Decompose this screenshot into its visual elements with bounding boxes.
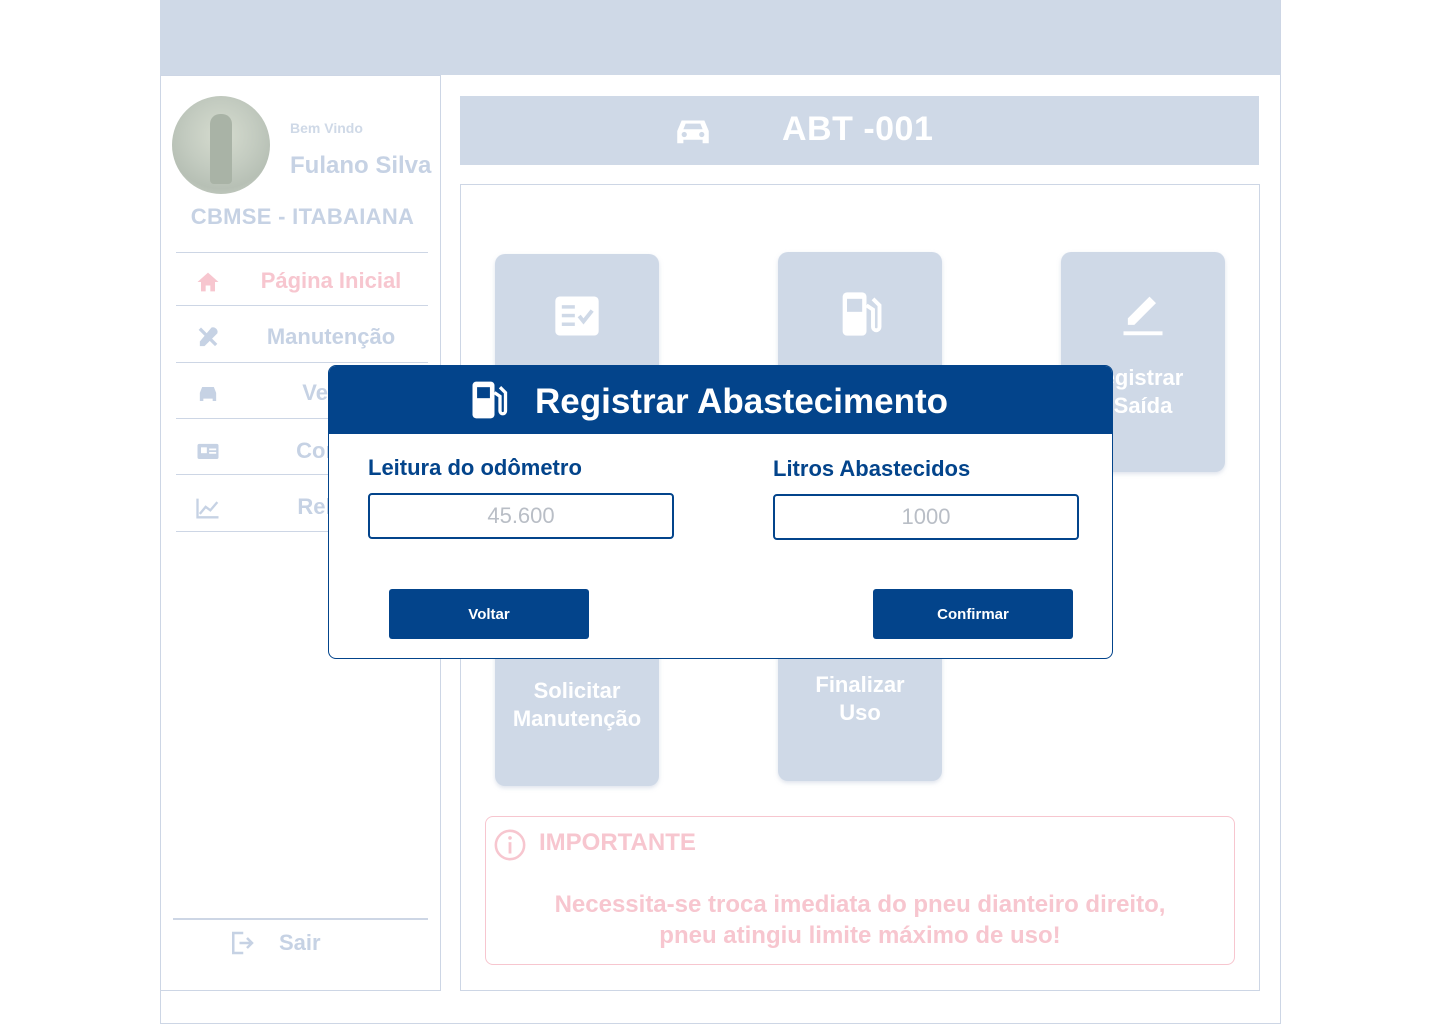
finish-use-label-2: Uso	[839, 700, 881, 725]
logout-label: Sair	[279, 930, 321, 955]
odometer-input[interactable]	[368, 493, 674, 539]
sidebar-item-maintenance[interactable]: Manutenção	[176, 310, 428, 366]
divider	[176, 362, 428, 363]
request-maintenance-label-2: Manutenção	[512, 706, 642, 731]
car-icon	[677, 120, 709, 144]
modal-title: Registrar Abastecimento	[535, 382, 948, 421]
checklist-icon	[555, 296, 599, 336]
sidebar-item-label: Manutenção	[266, 324, 396, 349]
logout-button[interactable]: Sair	[227, 926, 387, 966]
notice-line-1: Necessita-se troca imediata do pneu dian…	[554, 891, 1166, 918]
divider	[176, 305, 428, 306]
avatar	[172, 96, 270, 194]
divider	[176, 252, 428, 253]
home-icon	[197, 272, 219, 292]
car-icon	[199, 387, 217, 401]
info-icon	[494, 829, 526, 861]
odometer-label: Leitura do odômetro	[368, 455, 582, 480]
finish-use-label-1: Finalizar	[815, 672, 905, 697]
edit-icon	[1123, 296, 1163, 336]
id-card-icon	[197, 443, 219, 459]
modal-header: Registrar Abastecimento	[329, 366, 1112, 434]
vehicle-header: ABT -001	[460, 96, 1259, 165]
liters-label: Litros Abastecidos	[773, 456, 971, 481]
user-name: Fulano Silva	[290, 152, 432, 179]
refuel-modal: Registrar Abastecimento Leitura do odôme…	[328, 365, 1113, 659]
liters-input[interactable]	[773, 494, 1079, 540]
top-bar	[160, 0, 1280, 75]
fuel-pump-icon	[842, 292, 882, 336]
divider	[173, 918, 428, 920]
notice-message: Necessita-se troca imediata do pneu dian…	[486, 889, 1234, 951]
request-maintenance-label-1: Solicitar	[533, 678, 621, 703]
sidebar-item-home[interactable]: Página Inicial	[176, 254, 428, 310]
logout-icon	[232, 931, 254, 955]
vehicle-plate: ABT -001	[782, 110, 934, 148]
notice-title: IMPORTANTE	[539, 829, 696, 856]
notice-line-2: pneu atingiu limite máximo de uso!	[659, 922, 1061, 949]
back-button[interactable]: Voltar	[389, 589, 589, 639]
tools-icon	[198, 327, 218, 347]
sidebar-item-label: Página Inicial	[260, 268, 402, 293]
welcome-text: Bem Vindo	[290, 120, 363, 136]
chart-icon	[196, 498, 219, 519]
fuel-pump-icon	[472, 381, 508, 419]
user-unit: CBMSE - ITABAIANA	[190, 204, 415, 229]
confirm-button[interactable]: Confirmar	[873, 589, 1073, 639]
important-notice: IMPORTANTE Necessita-se troca imediata d…	[485, 816, 1235, 965]
